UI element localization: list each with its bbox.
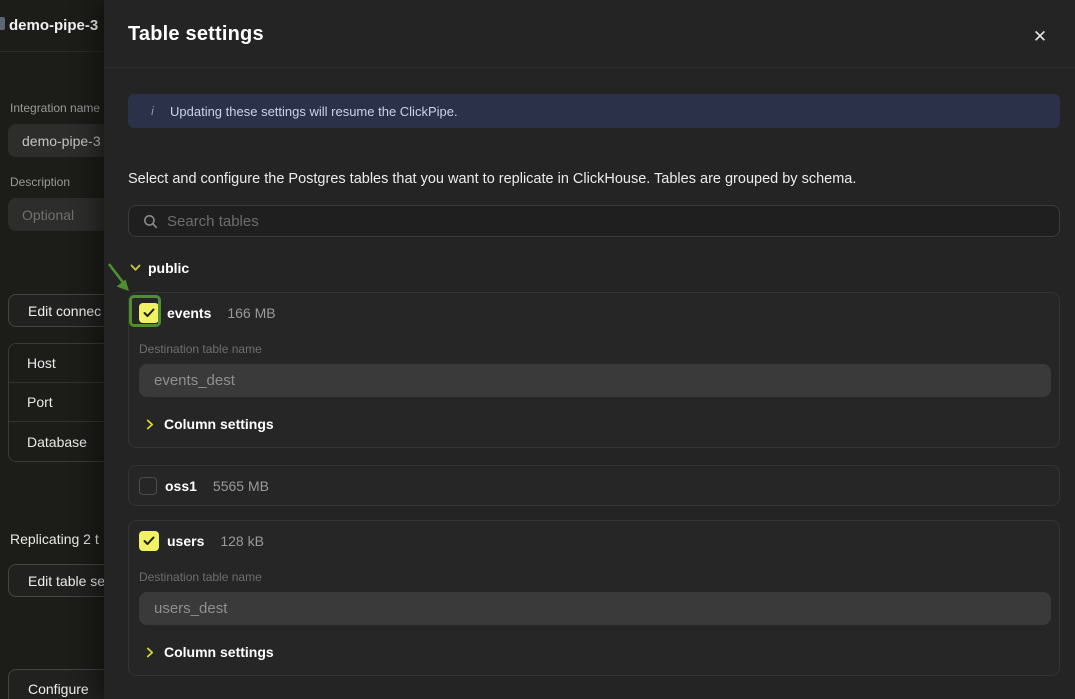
- pipe-title: demo-pipe-3: [9, 17, 104, 34]
- chevron-down-icon: [130, 264, 141, 272]
- edit-connection-button[interactable]: Edit connec: [8, 294, 104, 327]
- configure-button[interactable]: Configure: [8, 669, 104, 699]
- search-icon: [143, 214, 158, 229]
- close-icon[interactable]: ✕: [1029, 26, 1051, 48]
- users-column-settings[interactable]: Column settings: [146, 644, 274, 660]
- oss1-checkbox[interactable]: [139, 477, 157, 495]
- chevron-right-icon: [146, 419, 154, 430]
- schema-group-public[interactable]: public: [130, 260, 189, 276]
- description-field[interactable]: Optional: [8, 198, 104, 231]
- table-size: 166 MB: [227, 305, 275, 321]
- integration-name-label: Integration name: [10, 101, 104, 115]
- modal-description: Select and configure the Postgres tables…: [128, 171, 1060, 187]
- users-destination-input[interactable]: [139, 592, 1051, 625]
- schema-name: public: [148, 260, 189, 276]
- table-name: oss1: [165, 478, 197, 494]
- table-name: users: [167, 533, 204, 549]
- connection-details-panel: Host Port Database: [8, 343, 104, 462]
- info-icon: i: [146, 104, 159, 118]
- modal-title: Table settings: [128, 23, 264, 46]
- pipe-logo-icon: [0, 17, 5, 30]
- integration-name-field[interactable]: demo-pipe-3: [8, 124, 104, 157]
- info-banner: i Updating these settings will resume th…: [128, 94, 1060, 128]
- background-page: demo-pipe-3 Integration name demo-pipe-3…: [0, 0, 104, 699]
- table-size: 128 kB: [220, 533, 264, 549]
- events-destination-input[interactable]: [139, 364, 1051, 397]
- description-label: Description: [10, 175, 104, 189]
- info-banner-text: Updating these settings will resume the …: [170, 104, 458, 119]
- table-card-events: events 166 MB Destination table name Col…: [128, 292, 1060, 448]
- users-checkbox[interactable]: [139, 531, 159, 551]
- destination-table-label: Destination table name: [139, 570, 262, 584]
- search-tables-box[interactable]: [128, 205, 1060, 237]
- connection-row-database: Database: [9, 422, 104, 461]
- table-name: events: [167, 305, 211, 321]
- table-card-oss1: oss1 5565 MB: [128, 465, 1060, 506]
- search-input[interactable]: [167, 213, 1059, 230]
- screen: demo-pipe-3 Integration name demo-pipe-3…: [0, 0, 1075, 699]
- column-settings-label: Column settings: [164, 416, 274, 432]
- table-size: 5565 MB: [213, 478, 269, 494]
- column-settings-label: Column settings: [164, 644, 274, 660]
- table-settings-modal: Table settings ✕ i Updating these settin…: [104, 0, 1075, 699]
- edit-table-settings-button[interactable]: Edit table se: [8, 564, 104, 597]
- page-header: demo-pipe-3: [0, 0, 104, 52]
- modal-header: Table settings ✕: [104, 0, 1075, 68]
- destination-table-label: Destination table name: [139, 342, 262, 356]
- checkmark-icon: [143, 536, 155, 546]
- connection-row-host: Host: [9, 344, 104, 383]
- connection-row-port: Port: [9, 383, 104, 422]
- events-checkbox[interactable]: [139, 303, 159, 323]
- table-card-users: users 128 kB Destination table name Colu…: [128, 520, 1060, 676]
- checkmark-icon: [143, 308, 155, 318]
- chevron-right-icon: [146, 647, 154, 658]
- events-column-settings[interactable]: Column settings: [146, 416, 274, 432]
- replicating-tables-text: Replicating 2 t: [10, 531, 104, 547]
